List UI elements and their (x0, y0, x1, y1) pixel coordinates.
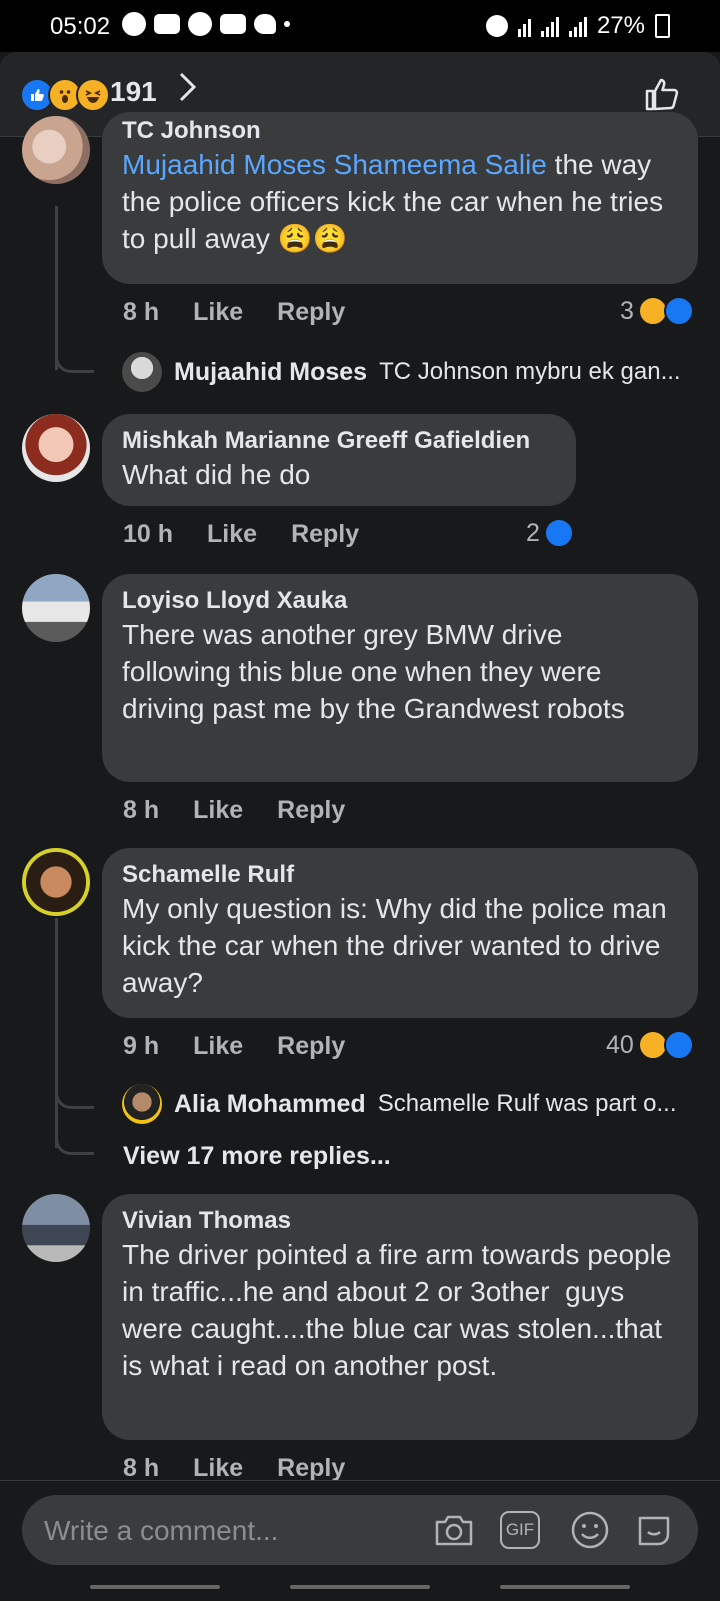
comment-input[interactable]: Write a comment... GIF (22, 1495, 698, 1565)
signal-icon-2 (568, 15, 587, 37)
like-reaction-icon (663, 1030, 694, 1060)
comment-author[interactable]: Vivian Thomas (122, 1206, 678, 1236)
signal-icon (540, 15, 559, 37)
reply-button[interactable]: Reply (291, 520, 359, 549)
avatar[interactable] (22, 574, 90, 642)
reply-button[interactable]: Reply (277, 1454, 345, 1483)
system-icons: 27% (485, 12, 670, 40)
battery-percent: 27% (596, 12, 645, 39)
comment-bubble[interactable]: Mishkah Marianne Greeff Gafieldien What … (102, 414, 576, 506)
more-notifications-dot (284, 21, 290, 27)
battery-icon (655, 14, 670, 38)
reply-button[interactable]: Reply (277, 298, 345, 327)
comment-author[interactable]: TC Johnson (122, 116, 678, 146)
comment-time[interactable]: 8 h (123, 1454, 159, 1483)
avatar[interactable] (22, 414, 90, 482)
like-reaction-icon (663, 296, 694, 326)
like-button[interactable]: Like (193, 298, 243, 327)
view-more-replies-link[interactable]: View 17 more replies... (123, 1142, 391, 1171)
comment-bubble[interactable]: Loyiso Lloyd Xauka There was another gre… (102, 574, 698, 782)
mention-link[interactable]: Mujaahid Moses Shameema Salie (122, 149, 547, 180)
nav-back-button[interactable] (500, 1585, 630, 1589)
whatsapp-icon (122, 12, 146, 36)
thread-hook (55, 1118, 94, 1155)
facebook-icon (188, 12, 212, 36)
reply-text: TC Johnson mybru ek gan... (379, 358, 681, 385)
comment-author[interactable]: Loyiso Lloyd Xauka (122, 586, 678, 616)
status-bar: 05:02 27% (0, 0, 720, 52)
twitter-icon (254, 14, 276, 34)
like-button[interactable]: Like (193, 1032, 243, 1061)
comment-bubble[interactable]: Vivian Thomas The driver pointed a fire … (102, 1194, 698, 1440)
comment-time[interactable]: 8 h (123, 796, 159, 825)
comment-actions: 10 h Like Reply (123, 520, 359, 549)
comment-reactions[interactable]: 3 (620, 296, 694, 326)
comment-bubble[interactable]: TC Johnson Mujaahid Moses Shameema Salie… (102, 112, 698, 284)
haha-reaction-icon (76, 78, 110, 112)
comment-time[interactable]: 10 h (123, 520, 173, 549)
comment-author[interactable]: Mishkah Marianne Greeff Gafieldien (122, 426, 556, 456)
reply-preview[interactable]: Mujaahid Moses TC Johnson mybru ek gan..… (122, 352, 681, 392)
reaction-count: 40 (606, 1030, 634, 1059)
notification-icons (122, 12, 290, 36)
reply-preview[interactable]: Alia Mohammed Schamelle Rulf was part o.… (122, 1084, 677, 1124)
comment-actions: 8 h Like Reply (123, 1454, 345, 1483)
like-button[interactable]: Like (207, 520, 257, 549)
system-nav-bar (0, 1571, 720, 1601)
nav-home-button[interactable] (290, 1585, 430, 1589)
avatar[interactable] (122, 352, 162, 392)
like-reaction-icon (543, 518, 574, 548)
avatar[interactable] (22, 1194, 90, 1262)
comment-bubble[interactable]: Schamelle Rulf My only question is: Why … (102, 848, 698, 1018)
message-icon (154, 14, 180, 34)
comment-placeholder: Write a comment... (44, 1515, 279, 1546)
thread-hook (55, 330, 94, 373)
wifi-icon (517, 15, 531, 37)
comment-actions: 8 h Like Reply (123, 796, 345, 825)
status-time: 05:02 (50, 13, 111, 40)
reaction-icons (20, 78, 110, 112)
thread-hook (55, 1072, 94, 1109)
comment-text: My only question is: Why did the police … (122, 893, 675, 998)
alarm-icon (485, 15, 508, 37)
nav-recent-button[interactable] (90, 1585, 220, 1589)
reaction-count: 2 (526, 518, 540, 547)
reply-button[interactable]: Reply (277, 796, 345, 825)
reply-button[interactable]: Reply (277, 1032, 345, 1061)
sticker-icon[interactable] (632, 1508, 676, 1552)
reply-text: Schamelle Rulf was part o... (377, 1090, 677, 1117)
emoji-icon[interactable] (568, 1508, 612, 1552)
comment-author[interactable]: Schamelle Rulf (122, 860, 678, 890)
comment-text: There was another grey BMW drive followi… (122, 619, 625, 724)
comment-actions: 9 h Like Reply (123, 1032, 345, 1061)
like-button[interactable]: Like (193, 1454, 243, 1483)
gif-icon[interactable]: GIF (500, 1511, 540, 1549)
thread-line (55, 918, 58, 1148)
reply-author[interactable]: Mujaahid Moses (174, 358, 367, 387)
comment-reactions[interactable]: 40 (606, 1030, 694, 1060)
avatar[interactable] (22, 116, 90, 184)
comment-time[interactable]: 9 h (123, 1032, 159, 1061)
chevron-right-icon[interactable] (178, 70, 198, 113)
comment-text: Mujaahid Moses Shameema Salie the way th… (122, 146, 678, 257)
comment-text: The driver pointed a fire arm towards pe… (122, 1239, 680, 1381)
reply-author[interactable]: Alia Mohammed (174, 1090, 366, 1119)
comment-actions: 8 h Like Reply (123, 298, 345, 327)
avatar[interactable] (122, 1084, 162, 1124)
comment-composer: Write a comment... GIF (0, 1480, 720, 1601)
camera-icon[interactable] (432, 1508, 476, 1552)
comment-text: What did he do (122, 459, 311, 490)
avatar[interactable] (22, 848, 90, 916)
reaction-count: 3 (620, 296, 634, 325)
comment-reactions[interactable]: 2 (526, 518, 574, 548)
reaction-count: 191 (110, 76, 157, 107)
gif-label: GIF (505, 1520, 535, 1539)
youtube-icon (220, 14, 246, 34)
like-thumb-icon[interactable] (644, 76, 680, 112)
like-button[interactable]: Like (193, 796, 243, 825)
comment-time[interactable]: 8 h (123, 298, 159, 327)
